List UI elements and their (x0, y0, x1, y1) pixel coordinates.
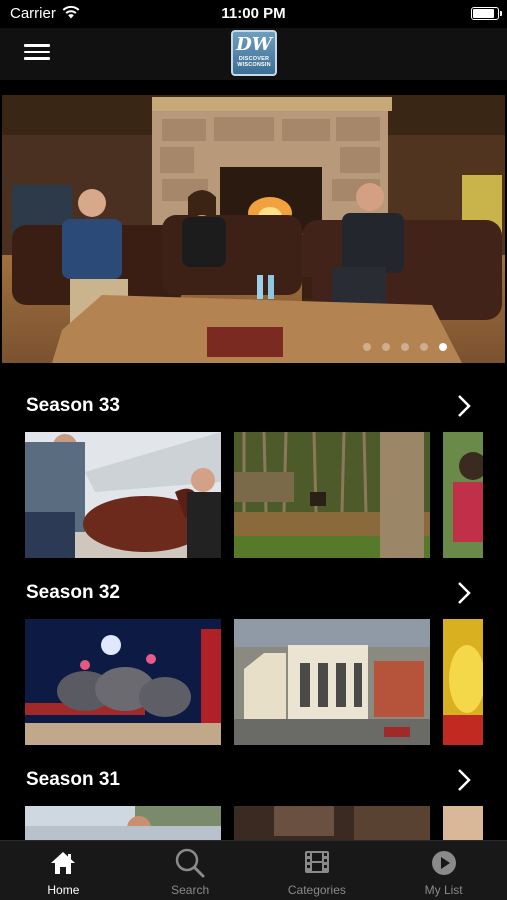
tab-label: My List (424, 883, 463, 897)
chevron-right-icon[interactable] (457, 768, 471, 792)
carousel-dot[interactable] (420, 343, 428, 351)
tab-label: Search (171, 883, 210, 897)
home-icon (51, 852, 76, 874)
nav-bar: DW DISCOVER WISCONSIN (0, 28, 507, 80)
tab-categories[interactable]: Categories (254, 841, 381, 900)
hero-carousel[interactable] (2, 95, 505, 363)
carousel-dot[interactable] (382, 343, 390, 351)
episode-thumbnail[interactable] (25, 432, 221, 558)
hamburger-icon (24, 44, 50, 47)
episode-thumbnail[interactable] (443, 619, 483, 745)
tab-label: Categories (287, 883, 346, 897)
clock: 11:00 PM (221, 5, 286, 22)
episode-thumbnail[interactable] (234, 619, 430, 745)
carousel-dot[interactable] (363, 343, 371, 351)
carousel-dot[interactable] (401, 343, 409, 351)
tab-bar: Home Search Categories My List (0, 840, 507, 900)
tab-search[interactable]: Search (127, 841, 254, 900)
tab-my-list[interactable]: My List (380, 841, 507, 900)
chevron-right-icon[interactable] (457, 394, 471, 418)
episode-thumbnail[interactable] (234, 432, 430, 558)
section-title: Season 33 (26, 395, 120, 416)
carousel-dots (363, 343, 447, 351)
episode-thumbnail[interactable] (25, 619, 221, 745)
carousel-dot-active[interactable] (439, 343, 447, 351)
film-icon (304, 851, 329, 873)
tab-label: Home (47, 883, 80, 897)
app-logo[interactable]: DW DISCOVER WISCONSIN (231, 30, 277, 76)
section-title: Season 31 (26, 769, 120, 790)
status-bar: Carrier 11:00 PM (0, 0, 507, 28)
menu-button[interactable] (24, 40, 54, 66)
search-icon (175, 848, 205, 878)
episode-thumbnail[interactable] (443, 432, 483, 558)
tab-home[interactable]: Home (0, 841, 127, 900)
hero-image (2, 95, 505, 363)
play-circle-icon (431, 851, 456, 875)
battery-icon (471, 7, 502, 20)
section-title: Season 32 (26, 582, 120, 603)
chevron-right-icon[interactable] (457, 581, 471, 605)
